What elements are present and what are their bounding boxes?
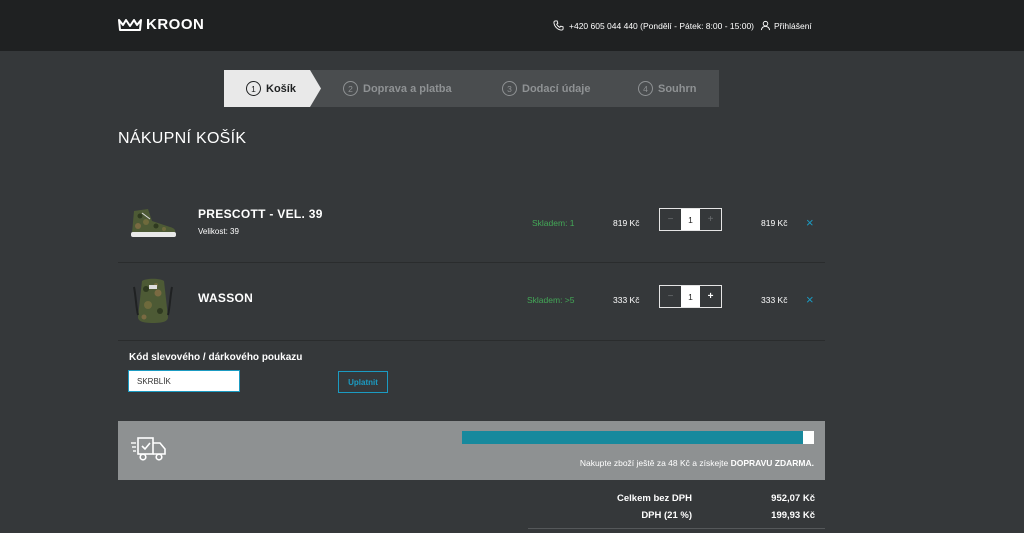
product-image-backpack[interactable] bbox=[128, 277, 178, 325]
step-label: Dodací údaje bbox=[522, 82, 591, 95]
step-shipping-payment[interactable]: 2 Doprava a platba bbox=[343, 70, 452, 107]
vat-value: 199,93 Kč bbox=[771, 510, 815, 521]
step-number: 2 bbox=[343, 81, 358, 96]
checkout-steps: 1 Košík 2 Doprava a platba 3 Dodací údaj… bbox=[224, 70, 719, 107]
shipping-message-bold: DOPRAVU ZDARMA. bbox=[730, 458, 814, 468]
stock-status: Skladem: 1 bbox=[532, 218, 575, 228]
product-name[interactable]: PRESCOTT - VEL. 39 bbox=[198, 207, 323, 221]
summary-divider bbox=[528, 528, 825, 529]
login-label: Přihlášení bbox=[774, 20, 812, 31]
crown-logo-icon bbox=[118, 18, 142, 31]
contact-phone[interactable]: +420 605 044 440 (Pondělí - Pátek: 8:00 … bbox=[553, 20, 754, 31]
quantity-stepper: − 1 + bbox=[659, 285, 722, 308]
login-link[interactable]: Přihlášení bbox=[760, 20, 812, 31]
logo[interactable]: KROON bbox=[118, 16, 204, 33]
quantity-value[interactable]: 1 bbox=[681, 209, 700, 230]
step-label: Souhrn bbox=[658, 82, 697, 95]
step-delivery-details[interactable]: 3 Dodací údaje bbox=[502, 70, 590, 107]
top-bar: KROON +420 605 044 440 (Pondělí - Pátek:… bbox=[0, 0, 1024, 51]
step-active-bg: 1 Košík bbox=[224, 70, 321, 107]
logo-text: KROON bbox=[146, 16, 205, 33]
remove-item-icon[interactable]: × bbox=[806, 292, 814, 307]
step-cart[interactable]: 1 Košík bbox=[246, 70, 296, 107]
remove-item-icon[interactable]: × bbox=[806, 215, 814, 230]
free-shipping-progress bbox=[462, 431, 814, 444]
product-image-sneaker[interactable] bbox=[128, 207, 178, 239]
line-total: 819 Kč bbox=[761, 218, 788, 228]
cart-item: WASSON Skladem: >5 333 Kč − 1 + 333 Kč × bbox=[118, 263, 825, 341]
phone-text: +420 605 044 440 (Pondělí - Pátek: 8:00 … bbox=[569, 20, 755, 31]
quantity-minus-button[interactable]: − bbox=[660, 286, 681, 307]
unit-price: 333 Kč bbox=[613, 295, 640, 305]
free-shipping-panel: Nakupte zboží ještě za 48 Kč a získejte … bbox=[118, 421, 825, 480]
page-title: NÁKUPNÍ KOŠÍK bbox=[118, 130, 247, 147]
stock-status: Skladem: >5 bbox=[527, 295, 575, 305]
step-label: Košík bbox=[266, 82, 296, 95]
progress-fill bbox=[462, 431, 804, 444]
user-icon bbox=[760, 20, 771, 31]
step-label: Doprava a platba bbox=[363, 82, 452, 95]
step-number: 1 bbox=[246, 81, 261, 96]
delivery-truck-icon bbox=[131, 437, 166, 461]
total-without-vat-value: 952,07 Kč bbox=[771, 493, 815, 504]
step-number: 4 bbox=[638, 81, 653, 96]
step-number: 3 bbox=[502, 81, 517, 96]
unit-price: 819 Kč bbox=[613, 218, 640, 228]
free-shipping-message: Nakupte zboží ještě za 48 Kč a získejte … bbox=[580, 458, 814, 468]
coupon-input[interactable] bbox=[128, 370, 240, 392]
phone-icon bbox=[553, 20, 564, 31]
product-size: Velikost: 39 bbox=[198, 227, 239, 236]
product-name[interactable]: WASSON bbox=[198, 291, 253, 305]
total-without-vat-label: Celkem bez DPH bbox=[617, 493, 692, 504]
quantity-plus-button[interactable]: + bbox=[700, 286, 721, 307]
apply-coupon-button[interactable]: Uplatnit bbox=[338, 371, 388, 393]
quantity-value[interactable]: 1 bbox=[681, 286, 700, 307]
quantity-stepper: − 1 + bbox=[659, 208, 722, 231]
coupon-label: Kód slevového / dárkového poukazu bbox=[129, 352, 303, 363]
shipping-message-text: Nakupte zboží ještě za 48 Kč a získejte bbox=[579, 458, 729, 468]
step-summary[interactable]: 4 Souhrn bbox=[638, 70, 697, 107]
line-total: 333 Kč bbox=[761, 295, 788, 305]
quantity-plus-button[interactable]: + bbox=[700, 209, 721, 230]
vat-label: DPH (21 %) bbox=[641, 510, 692, 521]
cart-item: PRESCOTT - VEL. 39 Velikost: 39 Skladem:… bbox=[118, 185, 825, 263]
quantity-minus-button[interactable]: − bbox=[660, 209, 681, 230]
